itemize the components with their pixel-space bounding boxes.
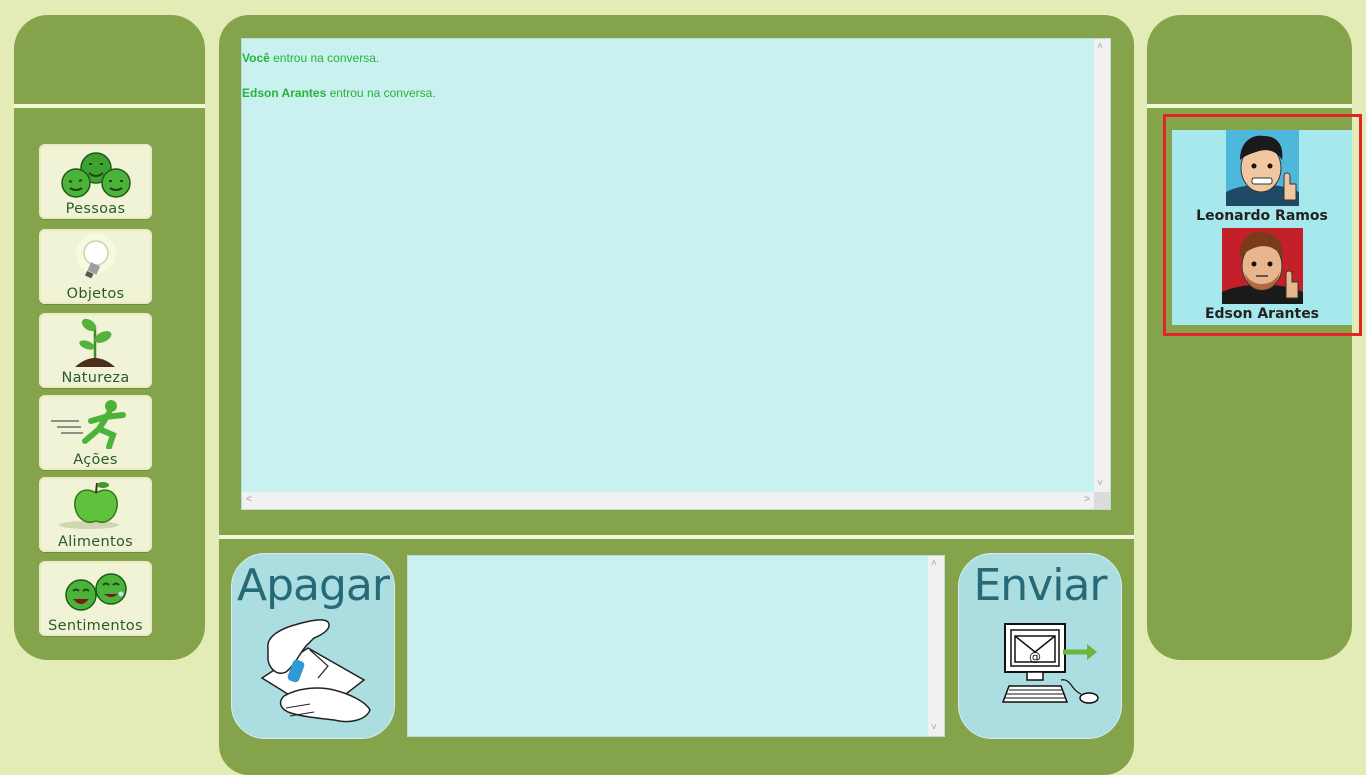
center-panel-divider — [219, 535, 1134, 539]
participants-panel — [1147, 15, 1352, 660]
scroll-down-icon[interactable]: ˅ — [1097, 479, 1103, 489]
scroll-up-icon[interactable]: ˄ — [1097, 42, 1103, 52]
category-acoes-button[interactable]: Ações — [39, 395, 152, 470]
chat-message: Você entrou na conversa. — [242, 51, 379, 65]
category-label: Pessoas — [65, 201, 126, 217]
chat-log[interactable]: Você entrou na conversa. Edson Arantes e… — [241, 38, 1111, 510]
lightbulb-icon — [76, 233, 116, 279]
right-panel-divider — [1147, 104, 1352, 108]
category-label: Alimentos — [57, 534, 134, 550]
clear-button-label: Apagar — [237, 560, 390, 611]
horizontal-scrollbar[interactable]: ˂ ˃ — [242, 492, 1094, 509]
running-person-icon — [51, 400, 126, 449]
scroll-down-icon[interactable]: ˅ — [931, 723, 937, 733]
scroll-up-icon[interactable]: ˄ — [931, 559, 937, 569]
plant-sprout-icon — [75, 318, 115, 367]
participant-leonardo-ramos[interactable]: Leonardo Ramos — [1172, 130, 1352, 226]
send-button[interactable]: Enviar @ — [958, 553, 1122, 739]
computer-email-icon: @ — [1001, 623, 1099, 704]
people-smileys-icon — [61, 152, 131, 198]
user-avatar — [1222, 228, 1303, 304]
scroll-left-icon[interactable]: ˂ — [246, 495, 252, 505]
vertical-scrollbar[interactable]: ˄ ˅ — [1094, 39, 1110, 492]
participants-list: Leonardo Ramos Edson Arantes — [1172, 130, 1352, 325]
scrollbar-corner — [1094, 492, 1110, 509]
participant-name: Edson Arantes — [1204, 306, 1320, 322]
message-text: entrou na conversa. — [269, 51, 380, 65]
category-alimentos-button[interactable]: Alimentos — [39, 477, 152, 552]
participant-name: Leonardo Ramos — [1196, 208, 1328, 224]
scroll-right-icon[interactable]: ˃ — [1084, 495, 1090, 505]
laughing-faces-icon — [65, 573, 127, 611]
category-sentimentos-button[interactable]: Sentimentos — [39, 561, 152, 636]
vertical-scrollbar[interactable]: ˄ ˅ — [928, 556, 944, 736]
svg-text:@: @ — [1029, 650, 1041, 664]
eraser-hands-icon — [260, 619, 371, 723]
apple-icon — [59, 482, 119, 529]
message-author: Você — [242, 51, 270, 65]
message-input[interactable]: ˄ ˅ — [407, 555, 945, 737]
category-natureza-button[interactable]: Natureza — [39, 313, 152, 388]
category-label: Natureza — [61, 370, 130, 386]
send-button-label: Enviar — [973, 560, 1107, 611]
chat-message: Edson Arantes entrou na conversa. — [242, 86, 436, 100]
clear-button[interactable]: Apagar — [231, 553, 395, 739]
message-text: entrou na conversa. — [326, 86, 436, 100]
participant-edson-arantes[interactable]: Edson Arantes — [1172, 228, 1352, 325]
category-objetos-button[interactable]: Objetos — [39, 229, 152, 304]
category-label: Sentimentos — [48, 618, 143, 634]
left-panel-divider — [14, 104, 205, 108]
category-pessoas-button[interactable]: Pessoas — [39, 144, 152, 219]
user-avatar — [1226, 130, 1299, 206]
category-label: Ações — [73, 452, 118, 468]
message-author: Edson Arantes — [242, 86, 327, 100]
category-label: Objetos — [66, 286, 125, 302]
